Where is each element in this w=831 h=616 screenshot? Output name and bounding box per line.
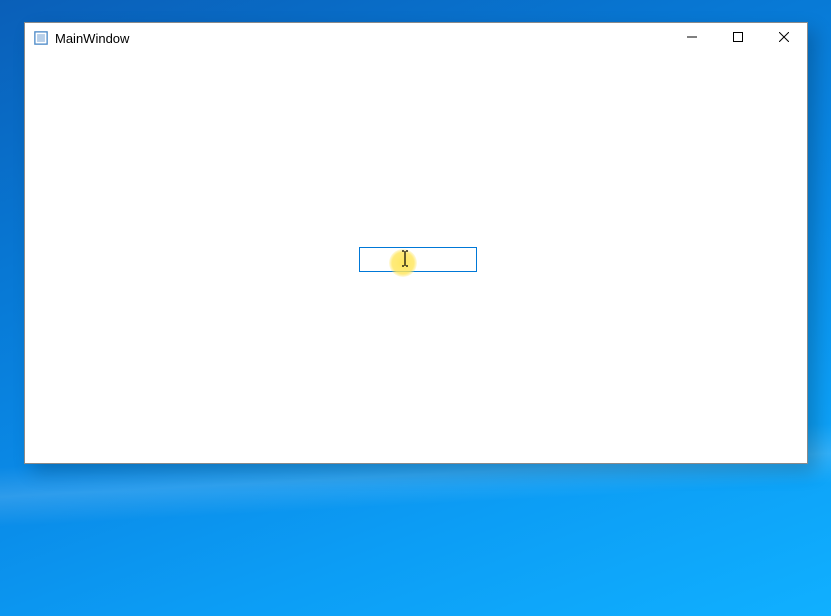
maximize-button[interactable] <box>715 23 761 53</box>
client-area <box>25 53 807 463</box>
maximize-icon <box>733 31 743 45</box>
text-input[interactable] <box>359 247 477 272</box>
main-window: MainWindow <box>24 22 808 464</box>
titlebar[interactable]: MainWindow <box>25 23 807 53</box>
app-icon <box>33 30 49 46</box>
close-button[interactable] <box>761 23 807 53</box>
window-title: MainWindow <box>55 31 129 46</box>
minimize-button[interactable] <box>669 23 715 53</box>
window-controls <box>669 23 807 53</box>
minimize-icon <box>687 31 697 45</box>
close-icon <box>779 31 789 45</box>
